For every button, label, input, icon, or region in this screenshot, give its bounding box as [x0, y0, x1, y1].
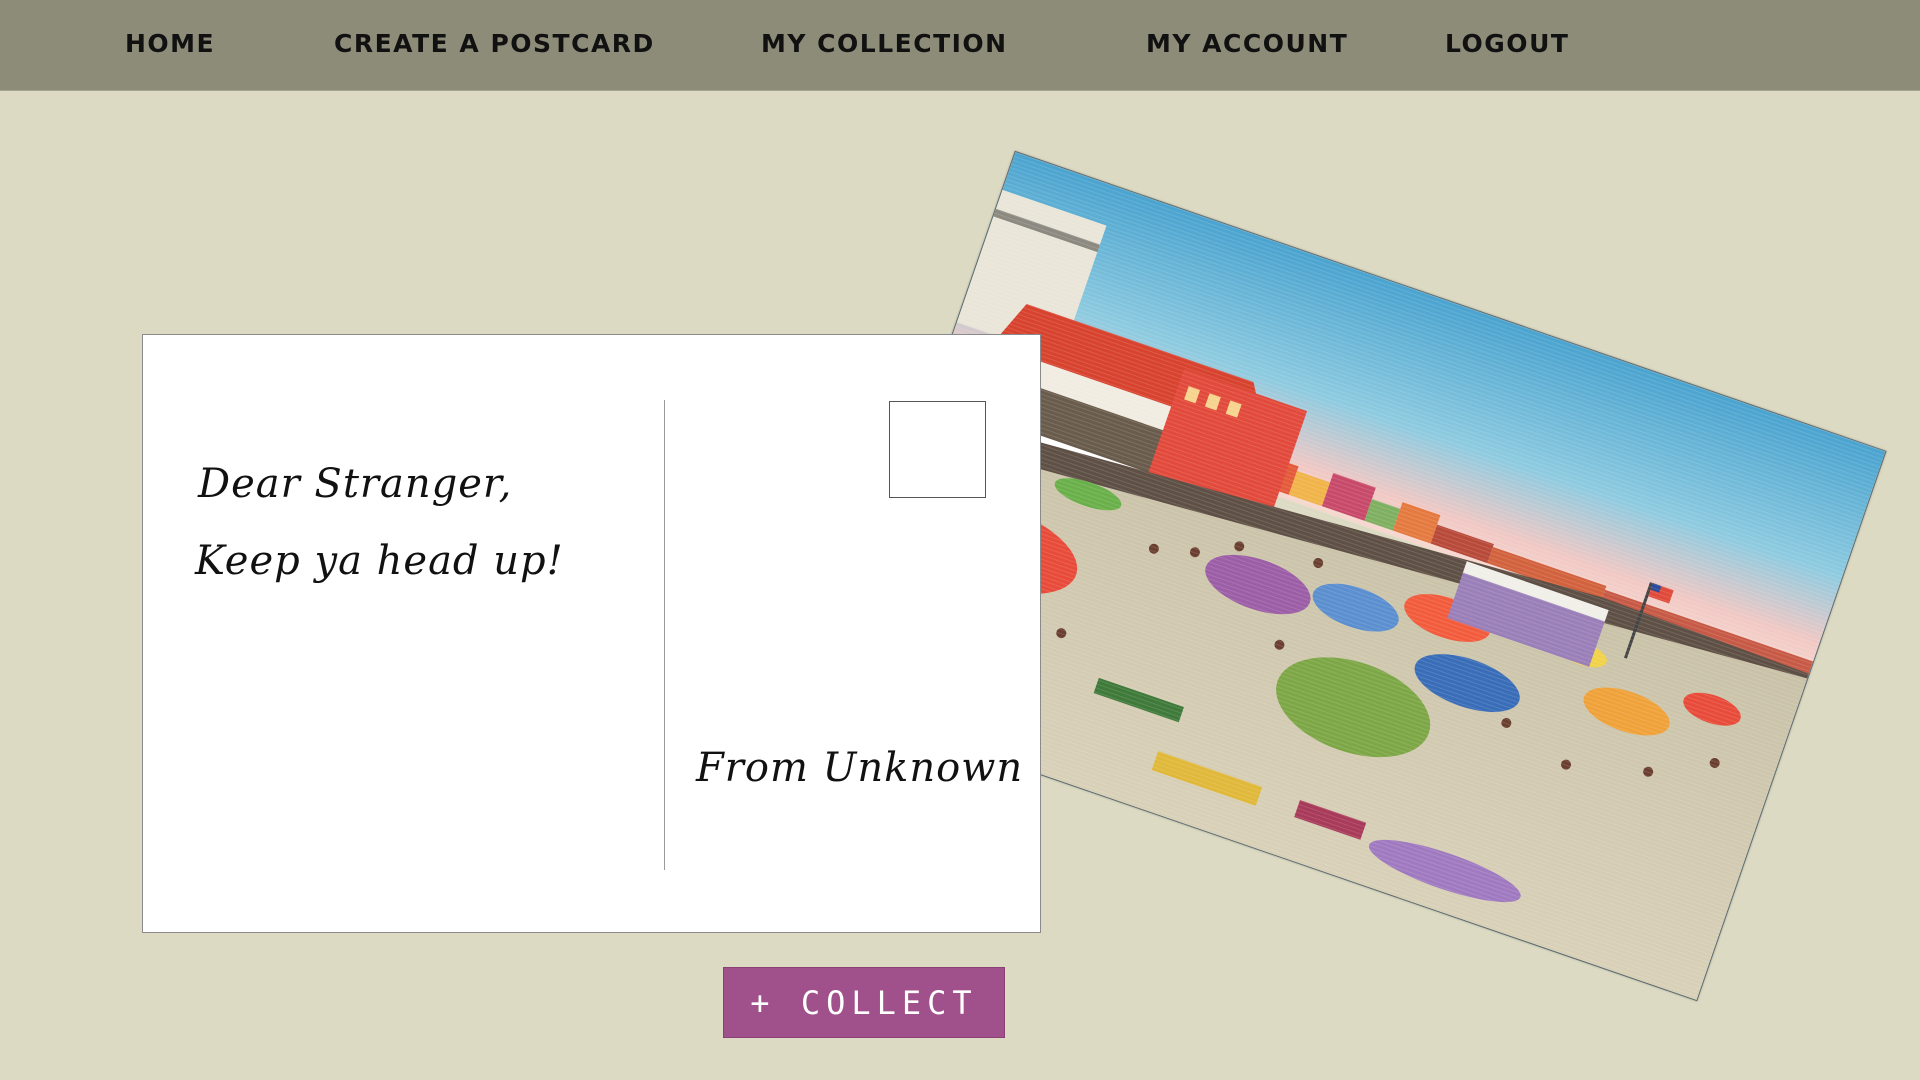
postcard-signature: From Unknown [696, 745, 1024, 791]
nav-logout-link[interactable]: Logout [1445, 29, 1569, 58]
top-navbar: Home Create a Postcard My Collection My … [0, 0, 1920, 91]
collect-button[interactable]: + COLLECT [723, 967, 1005, 1038]
nav-home-link[interactable]: Home [125, 29, 215, 58]
nav-my-collection-link[interactable]: My Collection [761, 29, 1008, 58]
postcard-message: Keep ya head up! [195, 538, 564, 584]
stamp-placeholder [889, 401, 986, 498]
nav-my-account-link[interactable]: My Account [1146, 29, 1348, 58]
nav-create-postcard-link[interactable]: Create a Postcard [334, 29, 655, 58]
postcard-divider [664, 400, 665, 870]
postcard-message-side: Dear Stranger, Keep ya head up! From Unk… [142, 334, 1041, 933]
postcard-greeting: Dear Stranger, [198, 461, 513, 507]
